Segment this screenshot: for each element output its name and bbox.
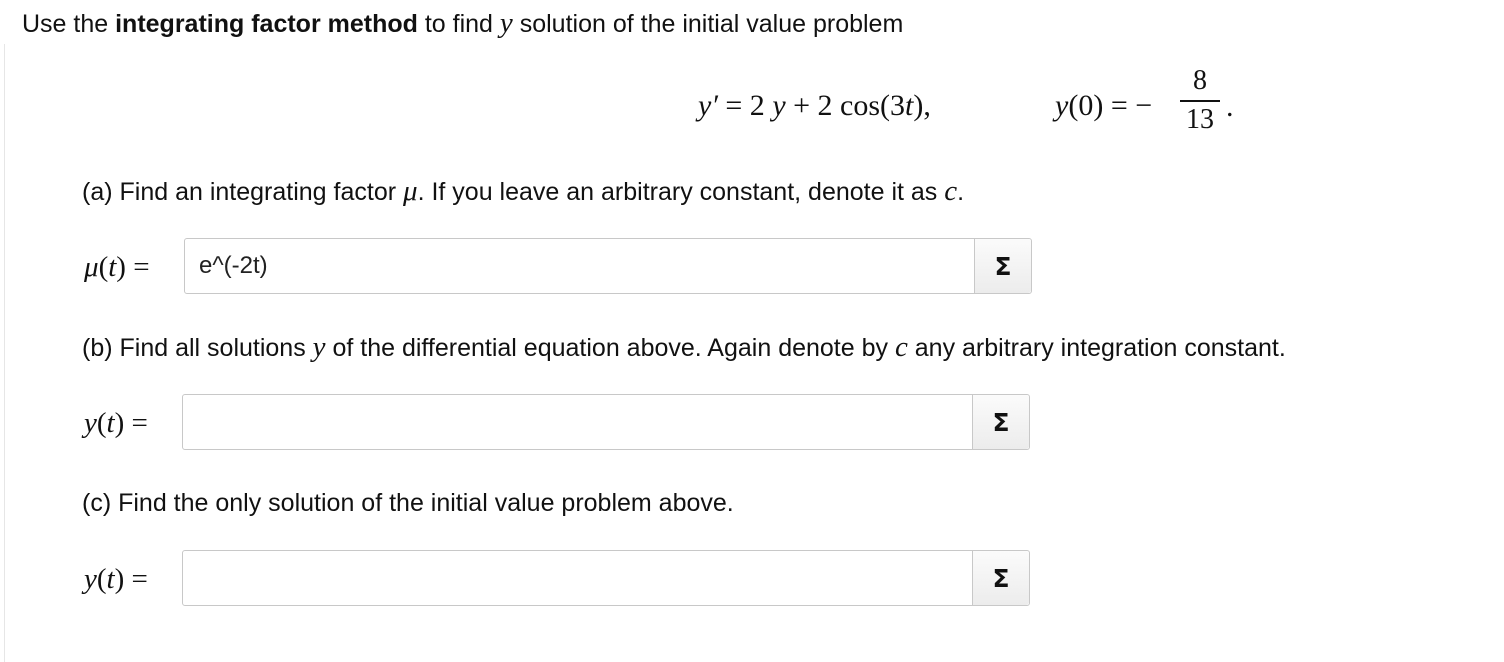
ic-numerator: 8 bbox=[1193, 65, 1207, 96]
part-a-label-fn: μ bbox=[84, 251, 99, 283]
left-rule bbox=[4, 44, 5, 662]
part-c-answer-box: Σ bbox=[182, 550, 1030, 606]
equation-lhs: y′ bbox=[698, 89, 718, 122]
part-c-question: (c) Find the only solution of the initia… bbox=[82, 489, 734, 517]
equation-rest: + 2 cos(3 bbox=[785, 89, 906, 122]
intro-method: integrating factor method bbox=[115, 10, 418, 38]
part-c-label-open: ( bbox=[96, 563, 107, 595]
part-c-answer-input[interactable] bbox=[183, 551, 973, 605]
intro-middle: to find bbox=[417, 10, 500, 38]
part-a-answer-box: Σ bbox=[184, 238, 1032, 294]
part-b-text-after: any arbitrary integration constant. bbox=[907, 334, 1286, 362]
differential-equation: y′ = 2 y + 2 cos(3t), bbox=[698, 88, 931, 124]
part-c-label-t: t bbox=[106, 563, 115, 595]
part-b-text-before: (b) Find all solutions bbox=[82, 334, 313, 362]
problem-intro: Use the integrating factor method to fin… bbox=[22, 8, 903, 39]
ic-fraction: 8 13 bbox=[1178, 66, 1222, 135]
part-c-label-close: ) = bbox=[114, 563, 148, 595]
part-a-text-before: (a) Find an integrating factor bbox=[82, 178, 403, 206]
part-b-label-open: ( bbox=[96, 407, 107, 439]
initial-condition: y(0) = − bbox=[1055, 88, 1152, 124]
part-a-label: μ(t) = bbox=[84, 250, 150, 284]
part-b-sigma-button[interactable]: Σ bbox=[972, 395, 1029, 449]
intro-variable: y bbox=[499, 7, 513, 39]
part-a-text-after: . If you leave an arbitrary constant, de… bbox=[417, 178, 945, 206]
part-c-label: y(t) = bbox=[84, 562, 148, 596]
part-a-constant: c bbox=[944, 175, 958, 207]
intro-prefix: Use the bbox=[22, 10, 116, 38]
part-c-sigma-button[interactable]: Σ bbox=[972, 551, 1029, 605]
equation-close: ), bbox=[913, 89, 931, 122]
ic-eq: = − bbox=[1103, 89, 1153, 122]
part-b-label: y(t) = bbox=[84, 406, 148, 440]
part-c-label-fn: y bbox=[84, 563, 97, 595]
part-a-end: . bbox=[957, 178, 965, 206]
part-a-label-open: ( bbox=[98, 251, 109, 283]
ic-denominator: 13 bbox=[1186, 104, 1214, 135]
part-a-symbol: μ bbox=[403, 175, 418, 207]
part-b-constant: c bbox=[894, 331, 908, 363]
part-b-label-fn: y bbox=[84, 407, 97, 439]
part-b-answer-box: Σ bbox=[182, 394, 1030, 450]
part-b-label-t: t bbox=[106, 407, 115, 439]
ic-arg: (0) bbox=[1068, 89, 1104, 122]
ic-dot: . bbox=[1226, 90, 1234, 123]
fraction-bar bbox=[1180, 100, 1220, 102]
part-b-question: (b) Find all solutions y of the differen… bbox=[82, 332, 1286, 363]
part-a-question: (a) Find an integrating factor μ. If you… bbox=[82, 176, 964, 207]
equation-eq: = 2 bbox=[717, 89, 773, 122]
part-b-answer-input[interactable] bbox=[183, 395, 973, 449]
part-a-answer-input[interactable] bbox=[185, 239, 975, 293]
part-b-symbol: y bbox=[312, 331, 326, 363]
equation-y: y bbox=[772, 89, 786, 122]
part-a-sigma-button[interactable]: Σ bbox=[974, 239, 1031, 293]
part-b-label-close: ) = bbox=[114, 407, 148, 439]
part-b-text-middle: of the differential equation above. Agai… bbox=[325, 334, 895, 362]
part-a-label-close: ) = bbox=[116, 251, 150, 283]
intro-suffix: solution of the initial value problem bbox=[512, 10, 904, 38]
ic-lhs: y bbox=[1055, 89, 1069, 122]
